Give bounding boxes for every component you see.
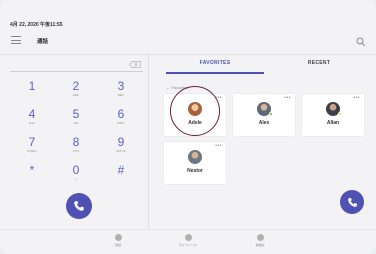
nav-item-voicemail[interactable]: ボイスメール	[173, 234, 203, 247]
dial-key-digit: 9	[117, 135, 125, 149]
nav-item-contacts[interactable]: 連絡先	[245, 234, 275, 247]
dial-key-digit: 7	[28, 135, 36, 149]
status-datetime: 4月 22, 2020 午後11:55	[10, 22, 63, 28]
dial-key-digit: 4	[28, 107, 36, 121]
dial-key-letters: MNO	[117, 121, 125, 125]
contact-card-allan[interactable]: ••• Allan	[302, 94, 364, 136]
more-options-icon[interactable]: •••	[215, 143, 222, 149]
dial-key-letters: GHI	[29, 121, 35, 125]
dial-key-letters: DEF	[117, 93, 125, 97]
contact-name: Nestor	[187, 168, 203, 174]
contact-card-alex[interactable]: ••• Alex	[233, 94, 295, 136]
dial-key-digit: 1	[28, 79, 36, 93]
dial-key-5[interactable]: 5 JKL	[54, 108, 98, 134]
more-options-icon[interactable]: •••	[284, 95, 291, 101]
presence-dot	[269, 112, 273, 116]
dial-key-letters: PQRS	[27, 149, 37, 153]
search-icon[interactable]	[356, 37, 366, 47]
phone-icon	[347, 197, 357, 207]
dial-key-4[interactable]: 4 GHI	[10, 108, 54, 134]
nav-label: 連絡先	[255, 243, 265, 247]
presence-dot	[338, 112, 342, 116]
active-tab-indicator	[166, 72, 264, 74]
page-title: 通話	[37, 39, 49, 45]
dial-key-digit: 8	[72, 135, 80, 149]
contact-card-nestor[interactable]: ••• Nestor	[164, 142, 226, 184]
dial-key-letters: WXYZ	[116, 149, 126, 153]
header-divider	[0, 54, 376, 55]
dial-key-2[interactable]: 2 ABC	[54, 80, 98, 106]
dial-key-digit: 6	[117, 107, 125, 121]
avatar	[188, 150, 202, 164]
call-contact-button[interactable]	[340, 190, 364, 214]
dial-key-letters: JKL	[73, 121, 79, 125]
dial-key-3[interactable]: 3 DEF	[99, 80, 143, 106]
dial-key-letters: TUV	[72, 149, 80, 153]
contact-name: Allan	[326, 120, 340, 126]
dial-key-digit: 0	[72, 163, 80, 177]
dial-key-9[interactable]: 9 WXYZ	[99, 136, 143, 162]
dial-key-letters: +	[75, 177, 77, 181]
dial-key-8[interactable]: 8 TUV	[54, 136, 98, 162]
pane-divider	[148, 55, 149, 229]
phone-icon	[74, 201, 84, 211]
highlight-circle	[170, 86, 220, 136]
voicemail-icon	[184, 234, 192, 241]
backspace-icon[interactable]	[129, 61, 141, 68]
dial-key-1[interactable]: 1	[10, 80, 54, 106]
dial-key-digit: 5	[72, 107, 80, 121]
nav-label: ボイスメール	[179, 243, 197, 247]
hamburger-icon[interactable]	[11, 36, 21, 44]
dial-key-digit: #	[117, 163, 125, 177]
contacts-icon	[256, 234, 264, 241]
more-options-icon[interactable]: •••	[353, 95, 360, 101]
dial-key-6[interactable]: 6 MNO	[99, 108, 143, 134]
teams-phone-screen: 4月 22, 2020 午後11:55 通話 1 2 ABC 3 DEF 4 GHI …	[0, 0, 376, 254]
tab-recent[interactable]: RECENT	[270, 60, 368, 74]
dial-key-star[interactable]: *	[10, 164, 54, 190]
bottom-navigation: 通話 ボイスメール 連絡先	[0, 229, 376, 254]
dial-key-digit: 3	[117, 79, 125, 93]
dial-key-letters: ABC	[72, 93, 80, 97]
dial-key-0[interactable]: 0 +	[54, 164, 98, 190]
top-bar: 通話	[0, 32, 376, 52]
dial-key-digit: 2	[72, 79, 80, 93]
call-button[interactable]	[66, 193, 92, 219]
nav-label: 通話	[114, 243, 121, 247]
dial-key-digit: *	[29, 163, 35, 177]
dial-number-field[interactable]	[10, 58, 143, 72]
calls-icon	[114, 234, 122, 241]
nav-item-calls[interactable]: 通話	[103, 234, 133, 247]
dial-key-hash[interactable]: #	[99, 164, 143, 190]
dial-key-7[interactable]: 7 PQRS	[10, 136, 54, 162]
contact-name: Alex	[258, 120, 270, 126]
